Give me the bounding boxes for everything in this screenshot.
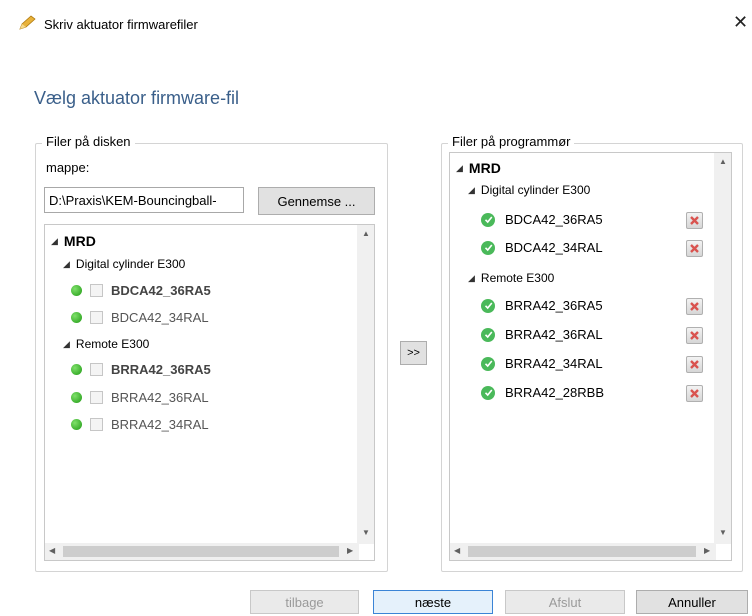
cancel-button[interactable]: Annuller xyxy=(636,590,748,614)
list-item[interactable]: BRRA42_36RA5 xyxy=(71,362,211,377)
scroll-right-icon[interactable]: ▶ xyxy=(704,546,710,555)
disk-file-tree[interactable]: ▲ ▼ ◀ ▶ ◢ MRD ◢ Digital cylinder E300 BD… xyxy=(44,224,375,561)
item-checkbox[interactable] xyxy=(90,418,103,431)
programmer-files-group-title: Filer på programmør xyxy=(448,134,575,149)
expand-triangle-icon[interactable]: ◢ xyxy=(63,339,70,350)
file-name: BDCA42_34RAL xyxy=(505,240,603,255)
window-title: Skriv aktuator firmwarefiler xyxy=(44,17,198,32)
tree-label: Remote E300 xyxy=(480,271,555,285)
delete-icon xyxy=(690,331,699,340)
file-name: BRRA42_34RAL xyxy=(505,356,603,371)
list-item[interactable]: BRRA42_28RBB xyxy=(481,385,604,400)
tree-node-root[interactable]: ◢ MRD xyxy=(456,160,501,176)
tree-node-group[interactable]: ◢ Digital cylinder E300 xyxy=(468,183,590,197)
item-checkbox[interactable] xyxy=(90,391,103,404)
item-checkbox[interactable] xyxy=(90,284,103,297)
tree-label: MRD xyxy=(468,160,501,176)
scroll-left-icon[interactable]: ◀ xyxy=(49,546,55,555)
tree-node-group[interactable]: ◢ Digital cylinder E300 xyxy=(63,257,185,271)
vertical-scrollbar[interactable]: ▲ ▼ xyxy=(714,153,731,544)
item-checkbox[interactable] xyxy=(90,363,103,376)
next-button[interactable]: næste xyxy=(373,590,493,614)
item-checkbox[interactable] xyxy=(90,311,103,324)
delete-icon xyxy=(690,389,699,398)
disk-files-group-title: Filer på disken xyxy=(42,134,135,149)
file-name: BRRA42_34RAL xyxy=(111,417,209,432)
list-item[interactable]: BRRA42_36RA5 xyxy=(481,298,603,313)
expand-triangle-icon[interactable]: ◢ xyxy=(63,259,70,270)
file-name: BRRA42_36RAL xyxy=(111,390,209,405)
status-ok-icon xyxy=(71,392,82,403)
folder-label: mappe: xyxy=(46,160,90,175)
checkmark-icon xyxy=(481,240,495,255)
expand-triangle-icon[interactable]: ◢ xyxy=(468,185,475,196)
tree-label: Digital cylinder E300 xyxy=(75,257,186,271)
checkmark-icon xyxy=(481,298,495,313)
checkmark-icon xyxy=(481,327,495,342)
list-item[interactable]: BDCA42_34RAL xyxy=(71,310,209,325)
tree-label: Digital cylinder E300 xyxy=(480,183,591,197)
browse-button[interactable]: Gennemse ... xyxy=(258,187,375,215)
checkmark-icon xyxy=(481,385,495,400)
close-icon[interactable]: ✕ xyxy=(733,12,748,33)
vertical-scrollbar[interactable]: ▲ ▼ xyxy=(357,225,374,544)
expand-triangle-icon[interactable]: ◢ xyxy=(456,163,463,174)
file-name: BDCA42_34RAL xyxy=(111,310,209,325)
list-item[interactable]: BDCA42_36RA5 xyxy=(481,212,603,227)
list-item[interactable]: BRRA42_34RAL xyxy=(481,356,603,371)
delete-icon xyxy=(690,216,699,225)
scroll-right-icon[interactable]: ▶ xyxy=(347,546,353,555)
file-name: BRRA42_36RA5 xyxy=(111,362,211,377)
title-bar: Skriv aktuator firmwarefiler ✕ xyxy=(0,0,752,44)
checkmark-icon xyxy=(481,212,495,227)
scroll-down-icon[interactable]: ▼ xyxy=(719,528,727,537)
file-name: BDCA42_36RA5 xyxy=(505,212,603,227)
expand-triangle-icon[interactable]: ◢ xyxy=(468,273,475,284)
delete-button[interactable] xyxy=(686,327,703,344)
status-ok-icon xyxy=(71,364,82,375)
scroll-up-icon[interactable]: ▲ xyxy=(719,157,727,166)
back-button[interactable]: tilbage xyxy=(250,590,359,614)
tree-node-group[interactable]: ◢ Remote E300 xyxy=(63,337,149,351)
status-ok-icon xyxy=(71,285,82,296)
horizontal-scrollbar[interactable]: ◀ ▶ xyxy=(45,543,359,560)
delete-button[interactable] xyxy=(686,212,703,229)
list-item[interactable]: BDCA42_36RA5 xyxy=(71,283,211,298)
page-title: Vælg aktuator firmware-fil xyxy=(34,88,240,108)
delete-button[interactable] xyxy=(686,298,703,315)
list-item[interactable]: BRRA42_36RAL xyxy=(481,327,603,342)
scroll-thumb[interactable] xyxy=(63,546,339,557)
transfer-button[interactable]: >> xyxy=(400,341,427,365)
delete-button[interactable] xyxy=(686,385,703,402)
delete-icon xyxy=(690,302,699,311)
tree-node-group[interactable]: ◢ Remote E300 xyxy=(468,271,554,285)
status-ok-icon xyxy=(71,312,82,323)
list-item[interactable]: BRRA42_34RAL xyxy=(71,417,209,432)
file-name: BDCA42_36RA5 xyxy=(111,283,211,298)
scroll-up-icon[interactable]: ▲ xyxy=(362,229,370,238)
tree-label: MRD xyxy=(63,233,96,249)
file-name: BRRA42_28RBB xyxy=(505,385,604,400)
pencil-icon xyxy=(19,15,36,30)
checkmark-icon xyxy=(481,356,495,371)
delete-icon xyxy=(690,360,699,369)
horizontal-scrollbar[interactable]: ◀ ▶ xyxy=(450,543,716,560)
tree-label: Remote E300 xyxy=(75,337,150,351)
scroll-left-icon[interactable]: ◀ xyxy=(454,546,460,555)
finish-button[interactable]: Afslut xyxy=(505,590,625,614)
tree-node-root[interactable]: ◢ MRD xyxy=(51,233,96,249)
expand-triangle-icon[interactable]: ◢ xyxy=(51,236,58,247)
delete-button[interactable] xyxy=(686,356,703,373)
folder-path-input[interactable] xyxy=(44,187,244,213)
programmer-file-tree[interactable]: ▲ ▼ ◀ ▶ ◢ MRD ◢ Digital cylinder E300 BD… xyxy=(449,152,732,561)
delete-icon xyxy=(690,244,699,253)
file-name: BRRA42_36RAL xyxy=(505,327,603,342)
file-name: BRRA42_36RA5 xyxy=(505,298,603,313)
scroll-thumb[interactable] xyxy=(468,546,696,557)
scroll-down-icon[interactable]: ▼ xyxy=(362,528,370,537)
delete-button[interactable] xyxy=(686,240,703,257)
status-ok-icon xyxy=(71,419,82,430)
list-item[interactable]: BRRA42_36RAL xyxy=(71,390,209,405)
list-item[interactable]: BDCA42_34RAL xyxy=(481,240,603,255)
